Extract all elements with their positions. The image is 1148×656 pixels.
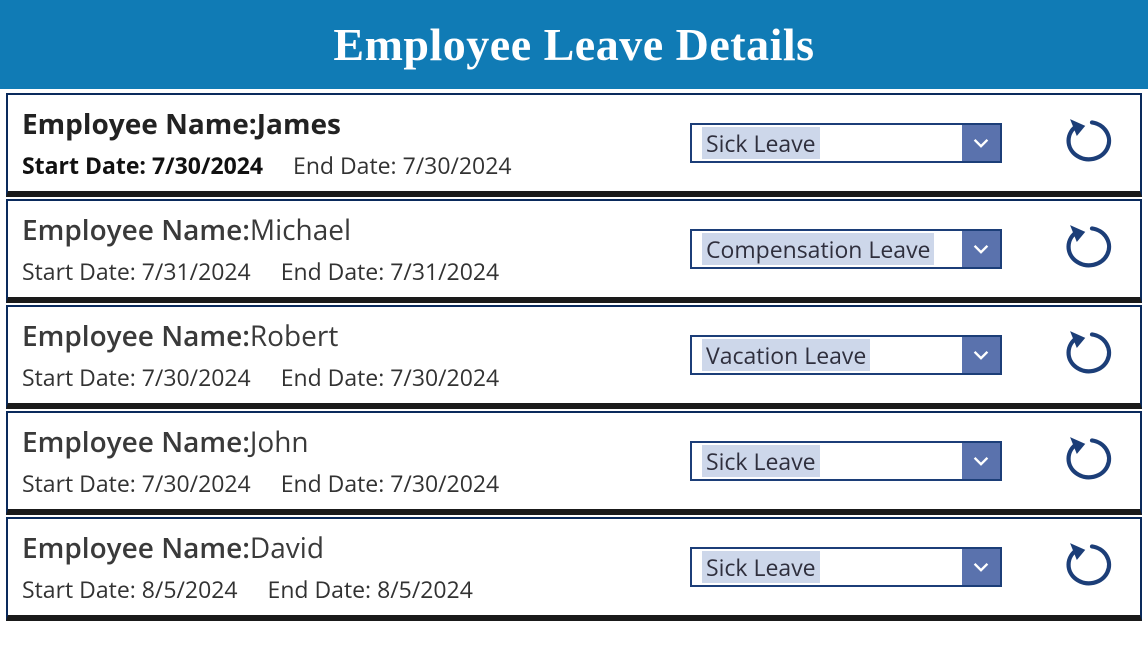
leave-type-value: Compensation Leave	[692, 231, 962, 267]
end-date-label: End Date:	[281, 255, 391, 287]
end-date-group: End Date: 7/31/2024	[281, 255, 499, 287]
leave-type-value: Vacation Leave	[692, 337, 962, 373]
employee-name-line: Employee Name:James	[22, 105, 512, 143]
start-date-label: Start Date:	[22, 149, 152, 181]
start-date-group: Start Date: 7/31/2024	[22, 255, 251, 287]
employee-name-label: Employee Name:	[22, 423, 250, 461]
card-controls: Sick Leave	[690, 540, 1122, 594]
card-info: Employee Name:John Start Date: 7/30/2024…	[22, 423, 499, 499]
employee-name-label: Employee Name:	[22, 105, 257, 143]
card-info: Employee Name:Robert Start Date: 7/30/20…	[22, 317, 499, 393]
leave-type-dropdown[interactable]: Vacation Leave	[690, 335, 1002, 375]
start-date-group: Start Date: 7/30/2024	[22, 467, 251, 499]
chevron-down-icon	[962, 231, 1000, 267]
employee-name-line: Employee Name:David	[22, 529, 473, 567]
leave-type-dropdown[interactable]: Sick Leave	[690, 123, 1002, 163]
card-info: Employee Name:Michael Start Date: 7/31/2…	[22, 211, 499, 287]
leave-type-value: Sick Leave	[692, 125, 962, 161]
end-date-label: End Date:	[281, 361, 391, 393]
employee-name-label: Employee Name:	[22, 529, 250, 567]
employee-name-label: Employee Name:	[22, 211, 250, 249]
employee-name-value: Michael	[250, 211, 351, 249]
end-date-group: End Date: 7/30/2024	[281, 361, 499, 393]
start-date-label: Start Date:	[22, 573, 142, 605]
employee-name-value: James	[257, 105, 341, 143]
employee-name-value: Robert	[250, 317, 338, 355]
end-date-value: 7/30/2024	[390, 361, 499, 393]
reset-button[interactable]	[1062, 434, 1122, 488]
leave-type-dropdown[interactable]: Sick Leave	[690, 547, 1002, 587]
chevron-down-icon	[962, 443, 1000, 479]
start-date-label: Start Date:	[22, 255, 142, 287]
start-date-value: 7/30/2024	[142, 361, 251, 393]
reset-button[interactable]	[1062, 328, 1122, 382]
date-line: Start Date: 8/5/2024 End Date: 8/5/2024	[22, 573, 473, 605]
chevron-down-icon	[962, 125, 1000, 161]
leave-type-dropdown[interactable]: Sick Leave	[690, 441, 1002, 481]
undo-icon	[1065, 222, 1119, 277]
employee-name-label: Employee Name:	[22, 317, 250, 355]
card-controls: Sick Leave	[690, 434, 1122, 488]
end-date-group: End Date: 8/5/2024	[268, 573, 473, 605]
leave-list[interactable]: Employee Name:James Start Date: 7/30/202…	[0, 89, 1148, 651]
start-date-group: Start Date: 8/5/2024	[22, 573, 238, 605]
end-date-value: 7/30/2024	[390, 467, 499, 499]
start-date-value: 7/30/2024	[152, 149, 263, 181]
leave-card: Employee Name:Michael Start Date: 7/31/2…	[6, 199, 1142, 303]
employee-name-value: John	[250, 423, 309, 461]
date-line: Start Date: 7/30/2024 End Date: 7/30/202…	[22, 361, 499, 393]
chevron-down-icon	[962, 549, 1000, 585]
end-date-value: 7/31/2024	[390, 255, 499, 287]
undo-icon	[1065, 540, 1119, 595]
reset-button[interactable]	[1062, 116, 1122, 170]
undo-icon	[1065, 328, 1119, 383]
card-controls: Sick Leave	[690, 116, 1122, 170]
employee-name-value: David	[250, 529, 324, 567]
leave-card: Employee Name:John Start Date: 7/30/2024…	[6, 411, 1142, 515]
employee-name-line: Employee Name:John	[22, 423, 499, 461]
undo-icon	[1065, 434, 1119, 489]
reset-button[interactable]	[1062, 540, 1122, 594]
end-date-value: 7/30/2024	[403, 149, 512, 181]
card-controls: Compensation Leave	[690, 222, 1122, 276]
end-date-label: End Date:	[293, 149, 403, 181]
leave-card: Employee Name:David Start Date: 8/5/2024…	[6, 517, 1142, 621]
page-title: Employee Leave Details	[0, 0, 1148, 89]
end-date-group: End Date: 7/30/2024	[293, 149, 511, 181]
start-date-value: 8/5/2024	[142, 573, 238, 605]
employee-name-line: Employee Name:Michael	[22, 211, 499, 249]
start-date-group: Start Date: 7/30/2024	[22, 149, 263, 181]
chevron-down-icon	[962, 337, 1000, 373]
leave-card: Employee Name:Robert Start Date: 7/30/20…	[6, 305, 1142, 409]
card-info: Employee Name:David Start Date: 8/5/2024…	[22, 529, 473, 605]
leave-type-value: Sick Leave	[692, 443, 962, 479]
start-date-value: 7/31/2024	[142, 255, 251, 287]
end-date-label: End Date:	[268, 573, 378, 605]
leave-type-value: Sick Leave	[692, 549, 962, 585]
card-controls: Vacation Leave	[690, 328, 1122, 382]
employee-name-line: Employee Name:Robert	[22, 317, 499, 355]
leave-type-dropdown[interactable]: Compensation Leave	[690, 229, 1002, 269]
start-date-label: Start Date:	[22, 467, 142, 499]
reset-button[interactable]	[1062, 222, 1122, 276]
card-info: Employee Name:James Start Date: 7/30/202…	[22, 105, 512, 181]
end-date-label: End Date:	[281, 467, 391, 499]
start-date-value: 7/30/2024	[142, 467, 251, 499]
undo-icon	[1065, 116, 1119, 171]
start-date-group: Start Date: 7/30/2024	[22, 361, 251, 393]
leave-card: Employee Name:James Start Date: 7/30/202…	[6, 93, 1142, 197]
end-date-group: End Date: 7/30/2024	[281, 467, 499, 499]
date-line: Start Date: 7/31/2024 End Date: 7/31/202…	[22, 255, 499, 287]
date-line: Start Date: 7/30/2024 End Date: 7/30/202…	[22, 467, 499, 499]
date-line: Start Date: 7/30/2024 End Date: 7/30/202…	[22, 149, 512, 181]
end-date-value: 8/5/2024	[377, 573, 473, 605]
start-date-label: Start Date:	[22, 361, 142, 393]
